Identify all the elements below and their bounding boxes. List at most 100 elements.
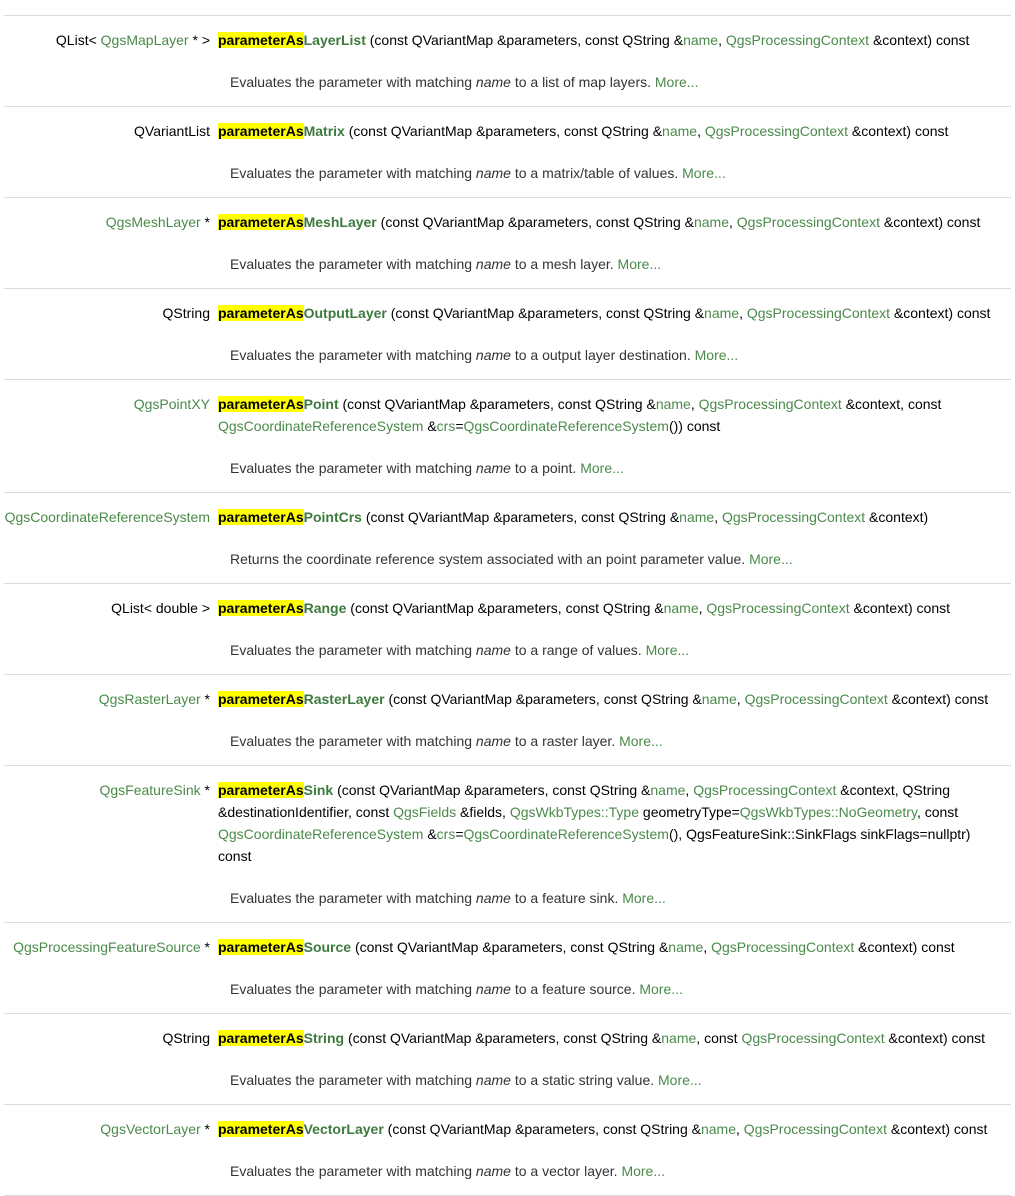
member-declaration: parameterAsSource (const QVariantMap &pa… (218, 936, 1011, 958)
type-link[interactable]: QgsCoordinateReferenceSystem (464, 826, 669, 842)
return-type-link[interactable]: QgsVectorLayer (100, 1121, 200, 1137)
type-link[interactable]: QgsProcessingContext (706, 600, 849, 616)
argument-text: = (455, 826, 464, 842)
member-brief: Evaluates the parameter with matching na… (230, 867, 1011, 922)
brief-text: to a raster layer. (510, 733, 620, 749)
type-link[interactable]: QgsProcessingContext (711, 939, 854, 955)
argument-text: (const QVariantMap &parameters, const QS… (354, 939, 669, 955)
type-link[interactable]: QgsProcessingContext (726, 32, 869, 48)
return-type-text: QVariantList (134, 123, 210, 139)
method-name-link[interactable]: parameterAsMatrix (218, 123, 345, 139)
argument-text: & (423, 826, 437, 842)
return-type: QList< QgsMapLayer * > (0, 29, 218, 51)
brief-text: to a vector layer. (510, 1163, 622, 1179)
method-name: Source (303, 939, 352, 955)
brief-text: to a output layer destination. (510, 347, 695, 363)
return-type-link[interactable]: QgsFeatureSink (99, 782, 200, 798)
search-highlight: parameterAs (218, 782, 304, 798)
more-link[interactable]: More... (749, 551, 793, 567)
argument-text: , (718, 32, 726, 48)
method-name-link[interactable]: parameterAsSink (218, 782, 333, 798)
type-link[interactable]: QgsProcessingContext (744, 1121, 887, 1137)
more-link[interactable]: More... (655, 74, 699, 90)
type-link[interactable]: QgsProcessingContext (745, 691, 888, 707)
method-name-link[interactable]: parameterAsString (218, 1030, 344, 1046)
type-link[interactable]: name (668, 939, 703, 955)
type-link[interactable]: crs (437, 826, 456, 842)
method-name-link[interactable]: parameterAsSource (218, 939, 351, 955)
argument-text: (const QVariantMap &parameters, const QS… (365, 509, 680, 525)
member-row: QString parameterAsString (const QVariant… (4, 1014, 1011, 1105)
return-type-link[interactable]: QgsCoordinateReferenceSystem (5, 509, 210, 525)
type-link[interactable]: QgsCoordinateReferenceSystem (464, 418, 669, 434)
member-signature: QString parameterAsString (const QVariant… (4, 1014, 1011, 1049)
argument-text: , (714, 509, 722, 525)
method-name-link[interactable]: parameterAsOutputLayer (218, 305, 387, 321)
brief-param-name: name (475, 733, 511, 749)
more-link[interactable]: More... (621, 1163, 665, 1179)
brief-param-name: name (475, 981, 511, 997)
type-link[interactable]: name (662, 123, 697, 139)
search-highlight: parameterAs (218, 691, 304, 707)
type-link[interactable]: QgsFields (393, 804, 456, 820)
method-name: OutputLayer (303, 305, 387, 321)
type-link[interactable]: name (650, 782, 685, 798)
return-type-link[interactable]: QgsMeshLayer (106, 214, 201, 230)
more-link[interactable]: More... (658, 1072, 702, 1088)
type-link[interactable]: name (664, 600, 699, 616)
type-link[interactable]: name (656, 396, 691, 412)
argument-text: &fields, (456, 804, 510, 820)
type-link[interactable]: name (702, 691, 737, 707)
return-type-link[interactable]: QgsPointXY (134, 396, 210, 412)
search-highlight: parameterAs (218, 600, 304, 616)
method-name-link[interactable]: parameterAsRasterLayer (218, 691, 385, 707)
type-link[interactable]: crs (437, 418, 456, 434)
return-type-link[interactable]: QgsProcessingFeatureSource (13, 939, 201, 955)
type-link[interactable]: name (661, 1030, 696, 1046)
type-link[interactable]: QgsProcessingContext (722, 509, 865, 525)
search-highlight: parameterAs (218, 305, 304, 321)
method-name-link[interactable]: parameterAsPoint (218, 396, 339, 412)
method-name-link[interactable]: parameterAsRange (218, 600, 346, 616)
brief-param-name: name (475, 890, 511, 906)
method-name-link[interactable]: parameterAsMeshLayer (218, 214, 377, 230)
argument-text: (const QVariantMap &parameters, const QS… (337, 782, 651, 798)
more-link[interactable]: More... (619, 733, 663, 749)
method-name-link[interactable]: parameterAsVectorLayer (218, 1121, 384, 1137)
member-brief: Evaluates the parameter with matching na… (230, 1049, 1011, 1104)
type-link[interactable]: name (704, 305, 739, 321)
return-type: QgsMeshLayer * (0, 211, 218, 233)
type-link[interactable]: QgsProcessingContext (705, 123, 848, 139)
method-name-link[interactable]: parameterAsPointCrs (218, 509, 362, 525)
more-link[interactable]: More... (618, 256, 662, 272)
type-link[interactable]: QgsWkbTypes::Type (510, 804, 639, 820)
member-function-list: QList< QgsMapLayer * > parameterAsLayerLi… (0, 16, 1015, 1196)
type-link[interactable]: QgsCoordinateReferenceSystem (218, 418, 423, 434)
more-link[interactable]: More... (639, 981, 683, 997)
type-link[interactable]: QgsProcessingContext (741, 1030, 884, 1046)
argument-text: (const QVariantMap &parameters, const QS… (369, 32, 684, 48)
type-link[interactable]: name (679, 509, 714, 525)
brief-text: Evaluates the parameter with matching (230, 165, 476, 181)
more-link[interactable]: More... (646, 642, 690, 658)
type-link[interactable]: QgsWkbTypes::NoGeometry (740, 804, 917, 820)
brief-text: Evaluates the parameter with matching (230, 460, 476, 476)
type-link[interactable]: name (701, 1121, 736, 1137)
member-brief: Evaluates the parameter with matching na… (230, 710, 1011, 765)
type-link[interactable]: QgsProcessingContext (737, 214, 880, 230)
return-type-link[interactable]: QgsMapLayer (101, 32, 189, 48)
type-link[interactable]: QgsProcessingContext (747, 305, 890, 321)
type-link[interactable]: QgsProcessingContext (699, 396, 842, 412)
more-link[interactable]: More... (682, 165, 726, 181)
type-link[interactable]: QgsCoordinateReferenceSystem (218, 826, 423, 842)
type-link[interactable]: name (694, 214, 729, 230)
more-link[interactable]: More... (695, 347, 739, 363)
method-name-link[interactable]: parameterAsLayerList (218, 32, 366, 48)
type-link[interactable]: name (683, 32, 718, 48)
return-type-link[interactable]: QgsRasterLayer (99, 691, 201, 707)
more-link[interactable]: More... (622, 890, 666, 906)
return-type-text: QList< double > (111, 600, 210, 616)
type-link[interactable]: QgsProcessingContext (693, 782, 836, 798)
more-link[interactable]: More... (580, 460, 624, 476)
argument-text: (const QVariantMap &parameters, const QS… (347, 1030, 662, 1046)
